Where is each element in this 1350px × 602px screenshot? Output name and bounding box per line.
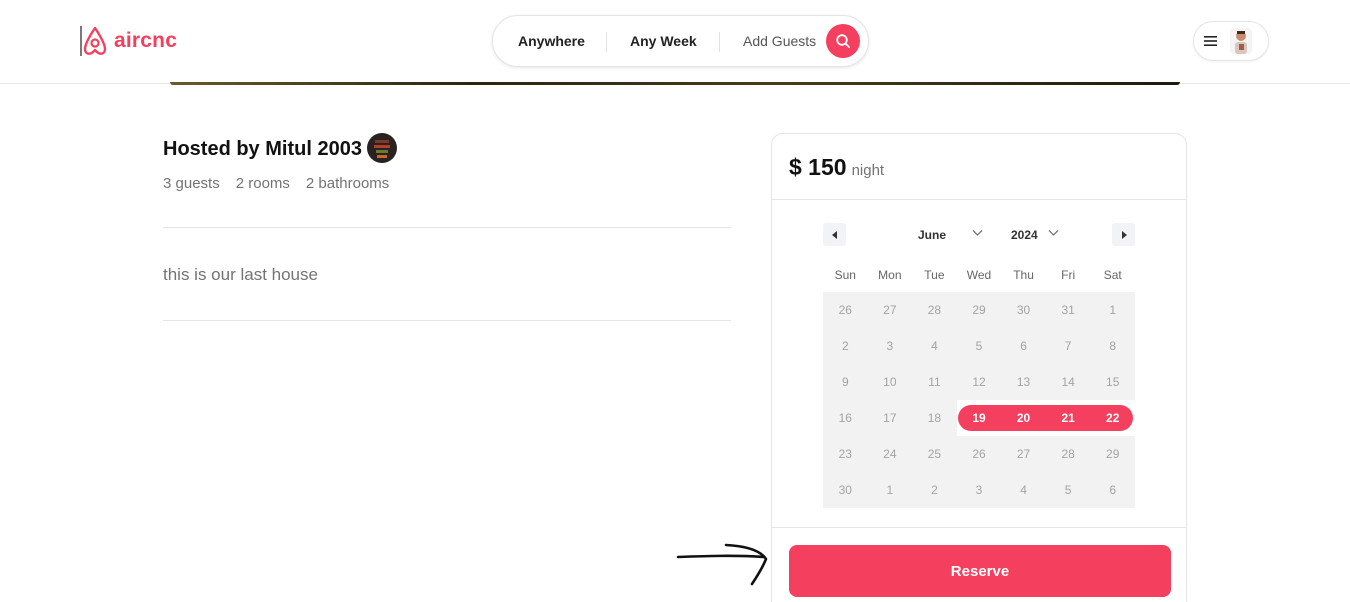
search-any-week[interactable]: Any Week [630,33,697,49]
calendar-day[interactable]: 6 [1001,328,1046,364]
calendar-day[interactable]: 15 [1090,364,1135,400]
calendar-day[interactable]: 24 [868,436,913,472]
user-menu-button[interactable] [1193,21,1269,61]
calendar-day[interactable]: 3 [957,472,1002,508]
host-title: Hosted by Mitul 2003 [163,138,362,160]
calendar-day[interactable]: 17 [868,400,913,436]
weekday: Thu [1013,268,1034,282]
calendar-day[interactable]: 4 [1001,472,1046,508]
divider [772,527,1186,528]
calendar-next-button[interactable] [1112,223,1135,246]
calendar-day[interactable]: 23 [823,436,868,472]
calendar-day[interactable]: 21 [1046,400,1091,436]
divider [163,227,731,228]
calendar-day[interactable]: 31 [1046,292,1091,328]
search-bar[interactable]: Anywhere Any Week Add Guests [492,15,869,67]
weekday: Wed [966,268,992,282]
calendar-day[interactable]: 13 [1001,364,1046,400]
caret-right-icon [1121,230,1127,239]
stat-bathrooms: 2 bathrooms [305,175,390,192]
calendar-day[interactable]: 1 [868,472,913,508]
calendar-year-select[interactable]: 2024 [1011,228,1038,242]
listing-stats: 3 guests 2 rooms 2 bathrooms [163,175,389,192]
listing-description: this is our last house [163,265,318,284]
reserve-button[interactable]: Reserve [789,545,1171,597]
calendar-day[interactable]: 20 [1001,400,1046,436]
calendar-day-cells: 26 27 28 29 30 31 1 2 3 4 5 6 7 8 9 10 11 12 13 14 15 16 17 18 1… [823,292,1135,508]
calendar-day[interactable]: 8 [1090,328,1135,364]
host-avatar [367,133,397,163]
user-avatar [1230,28,1252,54]
divider [163,320,731,321]
calendar-day[interactable]: 18 [912,400,957,436]
calendar-day[interactable]: 3 [868,328,913,364]
divider [606,32,607,52]
calendar-day[interactable]: 28 [1046,436,1091,472]
navbar: aircnc Anywhere Any Week Add Guests [0,0,1350,84]
calendar-day[interactable]: 12 [957,364,1002,400]
calendar-day[interactable]: 25 [912,436,957,472]
logo[interactable]: aircnc [80,24,177,58]
calendar-day[interactable]: 5 [1046,472,1091,508]
weekday: Fri [1061,268,1076,282]
calendar-day[interactable]: 6 [1090,472,1135,508]
search-anywhere[interactable]: Anywhere [518,33,585,49]
calendar-day[interactable]: 9 [823,364,868,400]
price-row: $ 150 night [789,154,884,181]
calendar-day[interactable]: 27 [1001,436,1046,472]
calendar-day[interactable]: 11 [912,364,957,400]
calendar-day[interactable]: 28 [912,292,957,328]
calendar-day[interactable]: 14 [1046,364,1091,400]
calendar-day[interactable]: 29 [1090,436,1135,472]
airbnb-logo-icon [80,26,107,56]
weekday: Tue [924,268,945,282]
calendar-day[interactable]: 10 [868,364,913,400]
calendar-day[interactable]: 1 [1090,292,1135,328]
calendar-day[interactable]: 26 [823,292,868,328]
stat-guests: 3 guests [163,175,220,192]
calendar-day[interactable]: 29 [957,292,1002,328]
weekday: Sun [834,268,856,282]
weekday: Sat [1103,268,1122,282]
stat-rooms: 2 rooms [235,175,290,192]
calendar-month-select[interactable]: June [918,228,946,242]
calendar-day[interactable]: 26 [957,436,1002,472]
calendar-day[interactable]: 4 [912,328,957,364]
chevron-down-icon[interactable] [972,229,983,237]
search-button[interactable] [826,24,860,58]
calendar-day[interactable]: 5 [957,328,1002,364]
weekday: Mon [878,268,902,282]
divider [719,32,720,52]
arrow-right-icon [676,543,768,586]
calendar-day[interactable]: 30 [823,472,868,508]
hamburger-icon [1204,36,1217,46]
calendar-day[interactable]: 22 [1090,400,1135,436]
calendar-day[interactable]: 7 [1046,328,1091,364]
calendar-day[interactable]: 2 [823,328,868,364]
calendar-day[interactable]: 2 [912,472,957,508]
price-value: $ 150 [789,154,847,180]
divider [772,199,1186,200]
price-unit: night [851,162,885,179]
calendar-prev-button[interactable] [823,223,846,246]
caret-left-icon [831,230,837,239]
calendar-day[interactable]: 19 [957,400,1002,436]
search-add-guests[interactable]: Add Guests [743,33,816,49]
calendar-day[interactable]: 16 [823,400,868,436]
hero-image-edge [170,82,1180,85]
calendar-day[interactable]: 27 [868,292,913,328]
chevron-down-icon[interactable] [1048,229,1059,237]
reservation-card: $ 150 night June 2024 Sun Mon Tue Wed Th… [771,133,1187,602]
calendar-weekdays: Sun Mon Tue Wed Thu Fri Sat [823,268,1135,282]
brand-name: aircnc [114,29,178,52]
calendar-day[interactable]: 30 [1001,292,1046,328]
search-icon [836,34,850,48]
